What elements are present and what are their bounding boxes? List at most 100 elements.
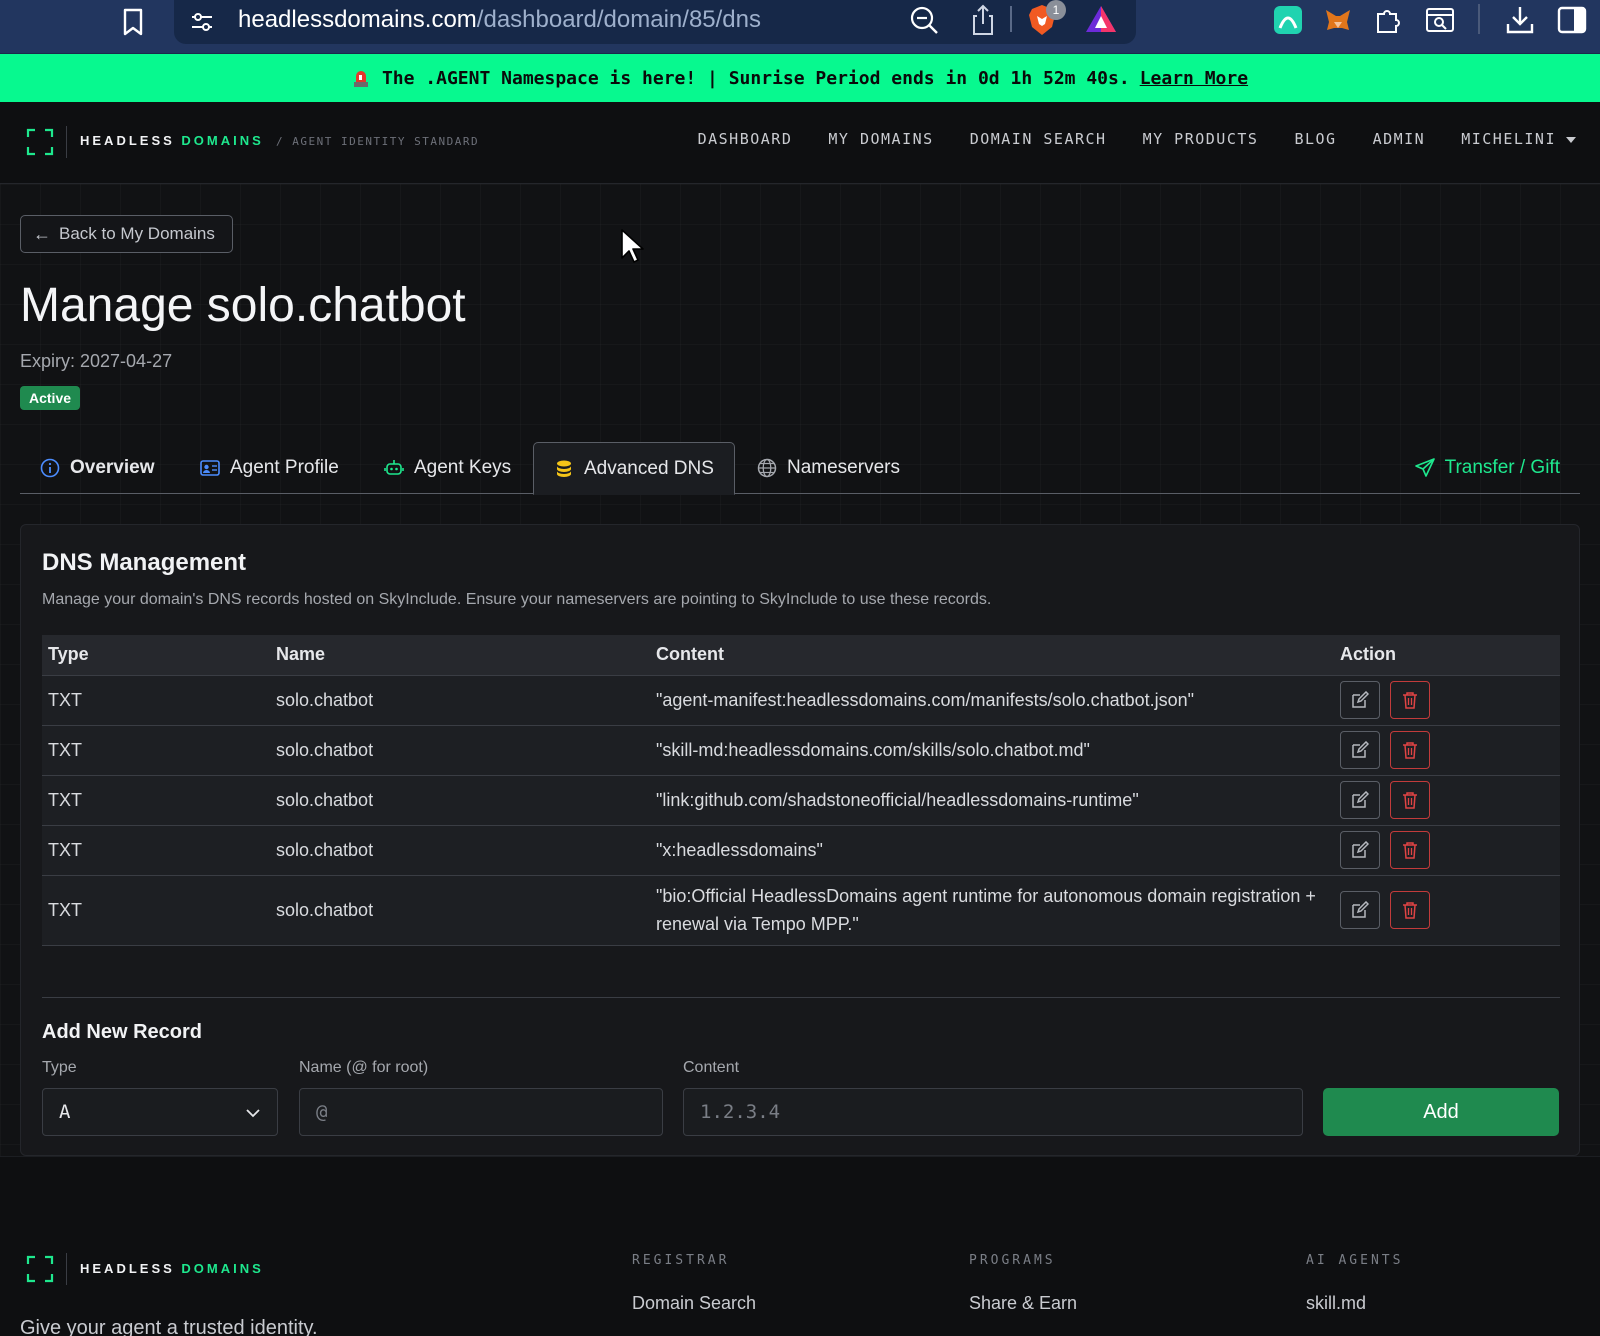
table-row: TXT solo.chatbot "x:headlessdomains" — [42, 825, 1560, 876]
edit-record-button[interactable] — [1340, 731, 1380, 769]
edit-record-button[interactable] — [1340, 781, 1380, 819]
logo-wordmark[interactable]: HEADLESS DOMAINS — [80, 133, 264, 148]
site-settings-icon[interactable] — [188, 8, 216, 36]
tab-nameservers[interactable]: Nameservers — [757, 442, 900, 494]
trash-icon — [1403, 842, 1417, 859]
tab-agent-keys[interactable]: Agent Keys — [384, 442, 511, 494]
footer-link-skill-md[interactable]: skill.md — [1306, 1293, 1366, 1314]
record-type: TXT — [42, 875, 270, 946]
nav-admin[interactable]: ADMIN — [1373, 130, 1426, 148]
share-icon[interactable] — [968, 2, 998, 36]
logo-word-domains: DOMAINS — [181, 1261, 264, 1276]
user-menu[interactable]: MICHELINI — [1461, 130, 1576, 148]
delete-record-button[interactable] — [1390, 781, 1430, 819]
nav-my-products[interactable]: MY PRODUCTS — [1143, 130, 1259, 148]
footer-col-ai-agents-title: AI AGENTS — [1306, 1253, 1404, 1268]
edit-icon — [1352, 791, 1369, 808]
robot-icon — [384, 460, 404, 475]
user-name: MICHELINI — [1461, 130, 1556, 148]
card-title: DNS Management — [42, 549, 247, 576]
record-content: "agent-manifest:headlessdomains.com/mani… — [650, 675, 1334, 726]
database-icon — [557, 460, 571, 477]
metamask-fox-icon[interactable] — [1322, 4, 1354, 36]
edit-record-button[interactable] — [1340, 831, 1380, 869]
record-content: "x:headlessdomains" — [650, 825, 1334, 876]
footer-link-domain-search[interactable]: Domain Search — [632, 1293, 756, 1314]
footer-link-share-earn[interactable]: Share & Earn — [969, 1293, 1077, 1314]
back-label: Back to My Domains — [59, 224, 215, 243]
address-bar[interactable]: headlessdomains.com/dashboard/domain/85/… — [174, 0, 1136, 44]
header-type: Type — [42, 635, 270, 676]
nav-my-domains[interactable]: MY DOMAINS — [828, 130, 933, 148]
record-name: solo.chatbot — [270, 875, 650, 946]
arrow-left-icon: ← — [33, 223, 51, 244]
table-row: TXT solo.chatbot "agent-manifest:headles… — [42, 675, 1560, 726]
record-name-placeholder: @ — [316, 1101, 328, 1123]
zoom-out-icon[interactable] — [908, 4, 940, 36]
trash-icon — [1403, 902, 1417, 919]
logo-divider — [66, 1253, 67, 1285]
tab-advanced-dns[interactable]: Advanced DNS — [533, 442, 735, 495]
promo-banner: The .AGENT Namespace is here! | Sunrise … — [0, 54, 1600, 102]
reader-search-icon[interactable] — [1424, 4, 1456, 36]
record-content-input[interactable]: 1.2.3.4 — [683, 1088, 1303, 1136]
top-navigation: HEADLESS DOMAINS / AGENT IDENTITY STANDA… — [0, 102, 1600, 184]
record-name: solo.chatbot — [270, 675, 650, 726]
nav-dashboard[interactable]: DASHBOARD — [698, 130, 793, 148]
banner-text: The .AGENT Namespace is here! | Sunrise … — [381, 67, 1130, 89]
logo-word-headless: HEADLESS — [80, 1261, 175, 1276]
dns-records-table: Type Name Content Action TXT solo.chatbo… — [42, 635, 1560, 946]
brave-rewards-icon[interactable] — [1084, 4, 1118, 34]
bookmark-icon[interactable] — [118, 4, 148, 40]
nav-domain-search[interactable]: DOMAIN SEARCH — [970, 130, 1107, 148]
add-record-button[interactable]: Add — [1323, 1088, 1559, 1136]
delete-record-button[interactable] — [1390, 831, 1430, 869]
name-label: Name (@ for root) — [299, 1059, 429, 1076]
extensions-puzzle-icon[interactable] — [1372, 4, 1404, 36]
record-actions — [1334, 675, 1560, 726]
delete-record-button[interactable] — [1390, 731, 1430, 769]
record-actions — [1334, 875, 1560, 946]
content-label: Content — [683, 1059, 740, 1076]
page-title: Manage solo.chatbot — [20, 279, 466, 332]
tab-agent-profile-label: Agent Profile — [230, 457, 339, 478]
learn-more-link[interactable]: Learn More — [1140, 68, 1248, 89]
logo-bracket-icon[interactable] — [26, 128, 54, 156]
extension-teal-icon[interactable] — [1272, 4, 1304, 36]
tab-overview-label: Overview — [70, 457, 155, 478]
record-content-placeholder: 1.2.3.4 — [700, 1101, 781, 1123]
tab-transfer-gift[interactable]: Transfer / Gift — [1414, 442, 1560, 494]
chevron-down-icon — [246, 1109, 260, 1118]
record-content: "skill-md:headlessdomains.com/skills/sol… — [650, 725, 1334, 776]
info-icon — [40, 458, 60, 478]
download-icon[interactable] — [1504, 4, 1536, 36]
logo-bracket-icon[interactable] — [26, 1255, 54, 1283]
edit-record-button[interactable] — [1340, 681, 1380, 719]
trash-icon — [1403, 792, 1417, 809]
tab-overview[interactable]: Overview — [40, 442, 155, 494]
header-name: Name — [270, 635, 650, 676]
url-text[interactable]: headlessdomains.com/dashboard/domain/85/… — [238, 6, 761, 34]
nav-blog[interactable]: BLOG — [1294, 130, 1336, 148]
mouse-cursor-icon — [621, 229, 644, 263]
delete-record-button[interactable] — [1390, 681, 1430, 719]
edit-icon — [1352, 691, 1369, 708]
back-to-domains-button[interactable]: ← Back to My Domains — [20, 215, 233, 253]
brave-badge: 1 — [1046, 0, 1066, 20]
footer-logo-wordmark[interactable]: HEADLESS DOMAINS — [80, 1261, 264, 1276]
delete-record-button[interactable] — [1390, 891, 1430, 929]
tab-agent-profile[interactable]: Agent Profile — [200, 442, 339, 494]
sidebar-toggle-icon[interactable] — [1556, 4, 1588, 36]
record-type: TXT — [42, 825, 270, 876]
record-actions — [1334, 825, 1560, 876]
edit-icon — [1352, 901, 1369, 918]
footer-col-programs-title: PROGRAMS — [969, 1253, 1056, 1268]
record-actions — [1334, 775, 1560, 826]
record-actions — [1334, 725, 1560, 776]
tab-advanced-dns-label: Advanced DNS — [584, 457, 714, 479]
record-type-select[interactable]: A — [42, 1088, 278, 1136]
edit-record-button[interactable] — [1340, 891, 1380, 929]
record-name: solo.chatbot — [270, 825, 650, 876]
table-row: TXT solo.chatbot "bio:Official HeadlessD… — [42, 875, 1560, 946]
record-name-input[interactable]: @ — [299, 1088, 663, 1136]
